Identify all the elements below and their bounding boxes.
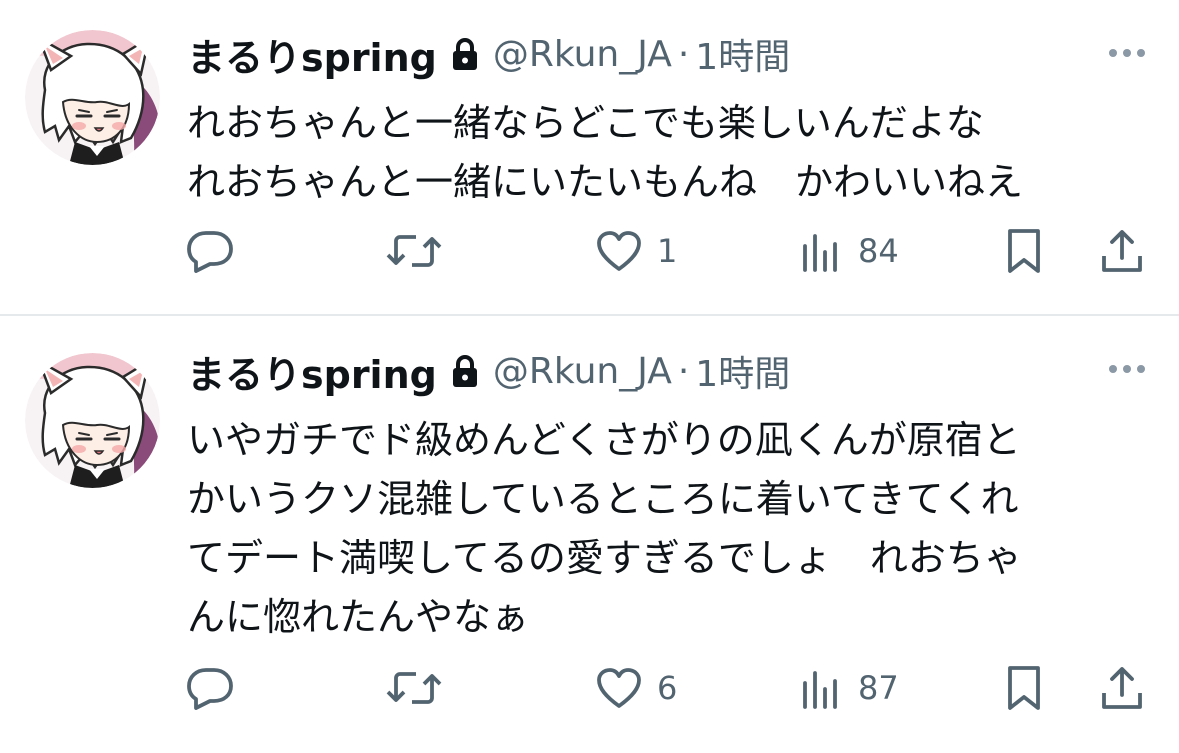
share-icon (1102, 230, 1142, 272)
separator-dot: · (677, 33, 690, 75)
tweet-text-line: んに惚れたんやなぁ (187, 595, 530, 639)
like-count: 1 (657, 232, 678, 270)
reply-button[interactable] (186, 226, 234, 276)
tweet-text-line: れおちゃんと一緒にいたいもんね かわいいねえ (187, 160, 1024, 204)
views-chart-icon (803, 671, 837, 709)
tweet-text: いやガチでド級めんどくさがりの凪くんが原宿と かいうクソ混雑しているところに着い… (187, 411, 1147, 647)
heart-icon (597, 668, 641, 708)
retweet-button[interactable] (386, 663, 442, 713)
share-button[interactable] (1100, 226, 1144, 276)
reply-icon (187, 231, 233, 273)
more-options-icon[interactable] (1109, 49, 1145, 57)
tweet[interactable]: まるりspring @Rkun_JA · 1時間 いやガチでド級めんどくさがりの… (0, 316, 1179, 753)
share-button[interactable] (1100, 663, 1144, 713)
tweet-text-line: てデート満喫してるの愛すぎるでしょ れおちゃ (187, 536, 1022, 580)
views-chart-icon (803, 234, 837, 272)
like-count: 6 (657, 669, 678, 707)
bookmark-button[interactable] (1004, 663, 1044, 713)
lock-icon (451, 37, 479, 71)
avatar[interactable] (25, 30, 160, 165)
tweet-text-line: れおちゃんと一緒ならどこでも楽しいんだよな (187, 101, 984, 145)
view-count: 87 (858, 669, 899, 707)
retweet-button[interactable] (386, 226, 442, 276)
lock-icon (451, 354, 479, 388)
reply-icon (187, 668, 233, 710)
like-button[interactable]: 1 (595, 226, 677, 276)
like-button[interactable]: 6 (595, 663, 677, 713)
author-display-name[interactable]: まるりspring (187, 344, 437, 399)
author-handle[interactable]: @Rkun_JA (493, 351, 672, 392)
retweet-icon (386, 235, 442, 267)
bookmark-icon (1008, 666, 1040, 710)
reply-button[interactable] (186, 663, 234, 713)
view-count: 84 (858, 232, 899, 270)
bookmark-icon (1008, 229, 1040, 273)
tweet-text: れおちゃんと一緒ならどこでも楽しいんだよな れおちゃんと一緒にいたいもんね かわ… (187, 94, 1147, 212)
avatar[interactable] (25, 353, 160, 488)
tweet-timestamp[interactable]: 1時間 (695, 28, 790, 80)
tweet-actions: 6 87 (0, 663, 1179, 713)
views-button[interactable]: 84 (800, 226, 899, 276)
tweet-timestamp[interactable]: 1時間 (695, 345, 790, 397)
author-handle[interactable]: @Rkun_JA (493, 34, 672, 75)
share-icon (1102, 667, 1142, 709)
separator-dot: · (677, 350, 690, 392)
tweet-header: まるりspring @Rkun_JA · 1時間 (187, 344, 790, 399)
more-options-icon[interactable] (1109, 365, 1145, 373)
bookmark-button[interactable] (1004, 226, 1044, 276)
retweet-icon (386, 672, 442, 704)
views-button[interactable]: 87 (800, 663, 899, 713)
tweet-text-line: かいうクソ混雑しているところに着いてきてくれ (187, 477, 1019, 521)
tweet-header: まるりspring @Rkun_JA · 1時間 (187, 27, 790, 82)
tweet-text-line: いやガチでド級めんどくさがりの凪くんが原宿と (187, 418, 1021, 462)
tweet[interactable]: まるりspring @Rkun_JA · 1時間 れおちゃんと一緒ならどこでも楽… (0, 0, 1179, 316)
heart-icon (597, 231, 641, 271)
author-display-name[interactable]: まるりspring (187, 27, 437, 82)
tweet-actions: 1 84 (0, 226, 1179, 276)
